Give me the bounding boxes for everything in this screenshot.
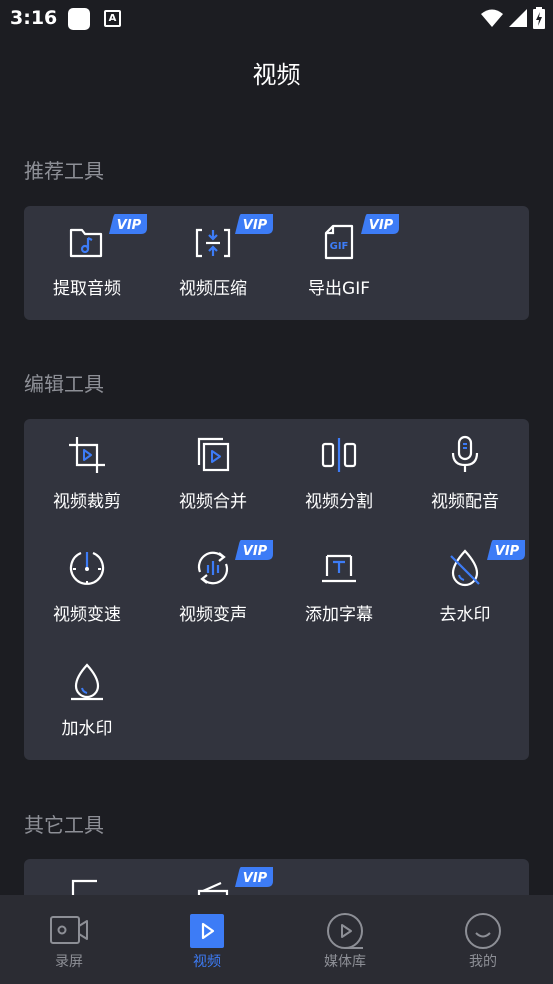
add-watermark-icon (71, 663, 103, 701)
tool-crop-video[interactable]: 视频裁剪 (24, 419, 150, 519)
remove-watermark-icon (450, 549, 480, 587)
vip-badge: VIP (361, 214, 399, 234)
tool-label: 视频合并 (179, 492, 247, 512)
svg-text:VIP: VIP (495, 544, 520, 559)
keyboard-icon: A (104, 10, 121, 27)
svg-text:VIP: VIP (243, 544, 268, 559)
svg-text:VIP: VIP (243, 218, 268, 233)
tool-label: 视频变声 (179, 605, 247, 625)
tool-add-watermark[interactable]: 加水印 (24, 646, 150, 746)
tool-label: 提取音频 (53, 279, 121, 299)
tool-speed-video[interactable]: 视频变速 (24, 532, 150, 632)
nav-label: 我的 (469, 954, 497, 970)
microphone-icon (451, 435, 479, 472)
tool-voice-change[interactable]: VIP 视频变声 (150, 532, 276, 632)
nav-label: 录屏 (55, 954, 83, 970)
vip-badge: VIP (487, 540, 525, 560)
tool-split-video[interactable]: 视频分割 (276, 419, 402, 519)
nav-label: 视频 (193, 954, 221, 970)
tool-label: 视频压缩 (179, 279, 247, 299)
signal-icon (509, 9, 527, 27)
profile-icon (465, 913, 501, 949)
nav-item-record[interactable]: 录屏 (0, 895, 138, 984)
media-library-icon (327, 913, 363, 949)
vip-badge: VIP (235, 867, 273, 887)
wifi-icon (481, 9, 503, 27)
split-icon (321, 438, 357, 472)
nav-label: 媒体库 (324, 954, 366, 970)
svg-text:VIP: VIP (117, 218, 142, 233)
notification-icon (68, 8, 90, 30)
section-title-other: 其它工具 (24, 813, 104, 837)
tool-label: 添加字幕 (305, 605, 373, 625)
svg-text:GIF: GIF (330, 241, 349, 252)
tool-label: 导出GIF (308, 279, 370, 299)
tool-remove-watermark[interactable]: VIP 去水印 (402, 532, 528, 632)
voice-change-icon (197, 551, 229, 585)
record-screen-icon (50, 916, 88, 944)
tool-compress-video[interactable]: VIP 视频压缩 (150, 206, 276, 306)
tool-label: 视频裁剪 (53, 492, 121, 512)
page-title: 视频 (252, 61, 301, 89)
bottom-nav: 录屏 视频 媒体库 我的 (0, 895, 553, 984)
tool-export-gif[interactable]: GIF VIP 导出GIF (276, 206, 402, 306)
tool-label: 视频分割 (305, 492, 373, 512)
tool-label: 去水印 (439, 605, 491, 625)
tool-dub-video[interactable]: 视频配音 (402, 419, 528, 519)
status-time: 3:16 (10, 7, 58, 29)
tool-extract-audio[interactable]: VIP 提取音频 (24, 206, 150, 306)
tool-add-subtitle[interactable]: 添加字幕 (276, 532, 402, 632)
vip-badge: VIP (235, 214, 273, 234)
status-bar: 3:16 A (0, 0, 553, 38)
svg-text:VIP: VIP (243, 871, 268, 886)
compress-icon (195, 228, 231, 258)
nav-item-profile[interactable]: 我的 (414, 895, 552, 984)
status-indicators (481, 7, 545, 29)
nav-item-video[interactable]: 视频 (138, 895, 276, 984)
tool-label: 加水印 (61, 719, 113, 739)
tool-merge-video[interactable]: 视频合并 (150, 419, 276, 519)
subtitle-icon (322, 554, 356, 583)
vip-badge: VIP (109, 214, 147, 234)
vip-badge: VIP (235, 540, 273, 560)
crop-icon (69, 437, 105, 473)
section-title-edit: 编辑工具 (24, 372, 104, 396)
speed-icon (69, 551, 105, 585)
tool-label: 视频变速 (53, 605, 121, 625)
gif-file-icon: GIF (324, 224, 354, 260)
battery-icon (533, 7, 545, 29)
video-play-icon (190, 914, 224, 948)
merge-icon (197, 437, 230, 472)
nav-item-media-library[interactable]: 媒体库 (276, 895, 414, 984)
svg-text:VIP: VIP (369, 218, 394, 233)
tool-label: 视频配音 (431, 492, 499, 512)
recommended-tools-card: VIP 提取音频 VIP 视频压缩 GIF VIP 导出GIF (24, 206, 529, 320)
edit-tools-card: 视频裁剪 视频合并 视频分割 视频配音 视频变速 VIP 视频变声 添加字幕 V… (24, 419, 529, 760)
music-folder-icon (69, 228, 103, 258)
section-title-recommended: 推荐工具 (24, 159, 104, 183)
